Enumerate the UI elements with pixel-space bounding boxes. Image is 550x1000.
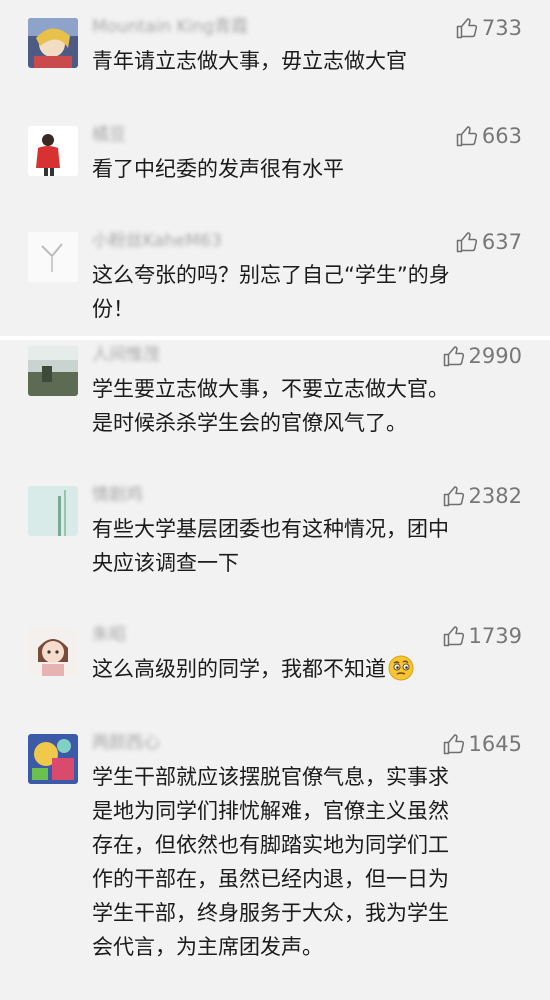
comment-text: 这么夸张的吗？别忘了自己“学生”的身 份！ xyxy=(92,263,450,321)
like-button[interactable]: 2990 xyxy=(442,342,522,370)
like-button[interactable]: 2382 xyxy=(442,482,522,510)
nickname[interactable]: Mountain King青霞 xyxy=(92,16,248,38)
avatar[interactable] xyxy=(28,126,78,176)
avatar[interactable] xyxy=(28,346,78,396)
thinking-face-emoji xyxy=(388,655,414,681)
avatar[interactable] xyxy=(28,734,78,784)
like-button[interactable]: 663 xyxy=(455,122,522,150)
comment-text: 青年请立志做大事，毋立志做大官 xyxy=(92,49,407,73)
nickname[interactable]: 橘豆 xyxy=(92,124,126,146)
thumbs-up-icon xyxy=(456,232,477,253)
like-count: 663 xyxy=(481,124,522,148)
nickname[interactable]: 小粉丝KaheM63 xyxy=(92,230,222,252)
nickname[interactable]: 人间惟茂 xyxy=(92,344,160,366)
thumbs-up-icon xyxy=(443,486,464,507)
thumbs-up-icon xyxy=(443,734,464,755)
comment-text: 有些大学基层团委也有这种情况，团中 央应该调查一下 xyxy=(92,517,449,575)
like-button[interactable]: 733 xyxy=(455,14,522,42)
thumbs-up-icon xyxy=(443,346,464,367)
like-button[interactable]: 1645 xyxy=(442,730,522,758)
avatar[interactable] xyxy=(28,232,78,282)
like-count: 637 xyxy=(481,230,522,254)
like-count: 2382 xyxy=(468,484,522,508)
avatar[interactable] xyxy=(28,486,78,536)
thumbs-up-icon xyxy=(456,126,477,147)
like-count: 1645 xyxy=(468,732,522,756)
nickname[interactable]: 朱昭 xyxy=(92,624,126,646)
avatar[interactable] xyxy=(28,18,78,68)
like-button[interactable]: 1739 xyxy=(442,622,522,650)
like-count: 2990 xyxy=(468,344,522,368)
thumbs-up-icon xyxy=(443,626,464,647)
like-count: 733 xyxy=(481,16,522,40)
comment-text: 学生要立志做大事，不要立志做大官。 是时候杀杀学生会的官僚风气了。 xyxy=(92,377,449,435)
comment-text: 这么高级别的同学，我都不知道 xyxy=(92,652,512,686)
nickname[interactable]: 情剧鸡 xyxy=(92,484,143,506)
thumbs-up-icon xyxy=(456,18,477,39)
like-button[interactable]: 637 xyxy=(455,228,522,256)
nickname[interactable]: 两颜西心 xyxy=(92,732,160,754)
avatar[interactable] xyxy=(28,626,78,676)
comment-text: 看了中纪委的发声很有水平 xyxy=(92,157,344,181)
comment-text: 学生干部就应该摆脱官僚气息，实事求 是地为同学们排忧解难，官僚主义虽然 存在，但… xyxy=(92,765,449,959)
like-count: 1739 xyxy=(468,624,522,648)
